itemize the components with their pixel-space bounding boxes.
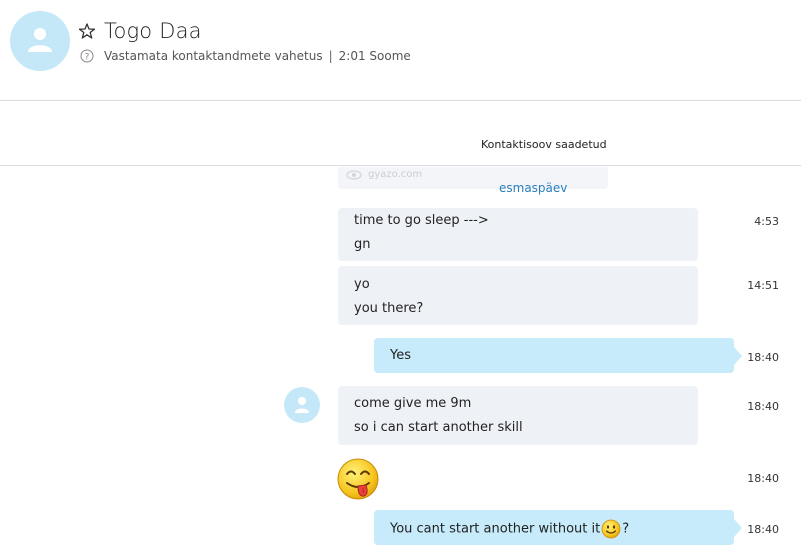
- message-line: gn: [354, 237, 371, 252]
- message-line: Yes: [390, 348, 411, 363]
- message-bubble-outgoing[interactable]: You cant start another without it ?: [374, 510, 734, 545]
- tongue-out-emoji-icon[interactable]: [336, 457, 380, 501]
- message-line: You cant start another without it ?: [390, 519, 629, 539]
- user-silhouette-icon: [295, 397, 309, 413]
- sender-avatar[interactable]: [284, 387, 320, 423]
- contact-name[interactable]: Togo Daa: [104, 19, 202, 43]
- svg-text:?: ?: [85, 53, 90, 63]
- message-line: you there?: [354, 301, 424, 316]
- help-icon[interactable]: ?: [80, 49, 94, 63]
- message-text-before: You cant start another without it: [390, 521, 601, 537]
- contact-avatar[interactable]: [10, 11, 70, 71]
- contact-local-time: 2:01 Soome: [338, 49, 411, 63]
- contact-request-bar: Kontaktisoov saadetud: [0, 102, 801, 166]
- favorite-star-icon[interactable]: [79, 23, 95, 39]
- message-line: yo: [354, 277, 370, 292]
- message-timestamp: 18:40: [747, 400, 779, 413]
- message-timestamp: 18:40: [747, 523, 779, 536]
- message-text-after: ?: [622, 521, 630, 537]
- conversation-header: Togo Daa ? Vastamata kontaktandmete vahe…: [0, 0, 801, 101]
- link-preview-text: gyazo.com: [368, 169, 423, 180]
- contact-status-row: ? Vastamata kontaktandmete vahetus | 2:0…: [80, 49, 411, 63]
- message-bubble-incoming[interactable]: time to go sleep ---> gn: [338, 208, 698, 261]
- contact-request-status: Kontaktisoov saadetud: [481, 138, 607, 151]
- contact-status-text: Vastamata kontaktandmete vahetus: [104, 49, 323, 63]
- user-silhouette-icon: [28, 28, 52, 52]
- status-separator: |: [328, 49, 333, 63]
- message-bubble-incoming[interactable]: yo you there?: [338, 266, 698, 325]
- message-bubble-outgoing[interactable]: Yes: [374, 338, 734, 373]
- message-bubble-incoming[interactable]: come give me 9m so i can start another s…: [338, 386, 698, 445]
- day-separator: esmaspäev: [499, 181, 568, 195]
- message-line: come give me 9m: [354, 396, 472, 411]
- message-timestamp: 18:40: [747, 351, 779, 364]
- message-timestamp: 4:53: [754, 215, 779, 228]
- message-timestamp: 18:40: [747, 472, 779, 485]
- message-line: time to go sleep --->: [354, 213, 489, 228]
- eye-icon: [346, 170, 362, 180]
- smile-emoji-icon: [601, 519, 621, 539]
- message-line: so i can start another skill: [354, 420, 523, 435]
- message-timestamp: 14:51: [747, 279, 779, 292]
